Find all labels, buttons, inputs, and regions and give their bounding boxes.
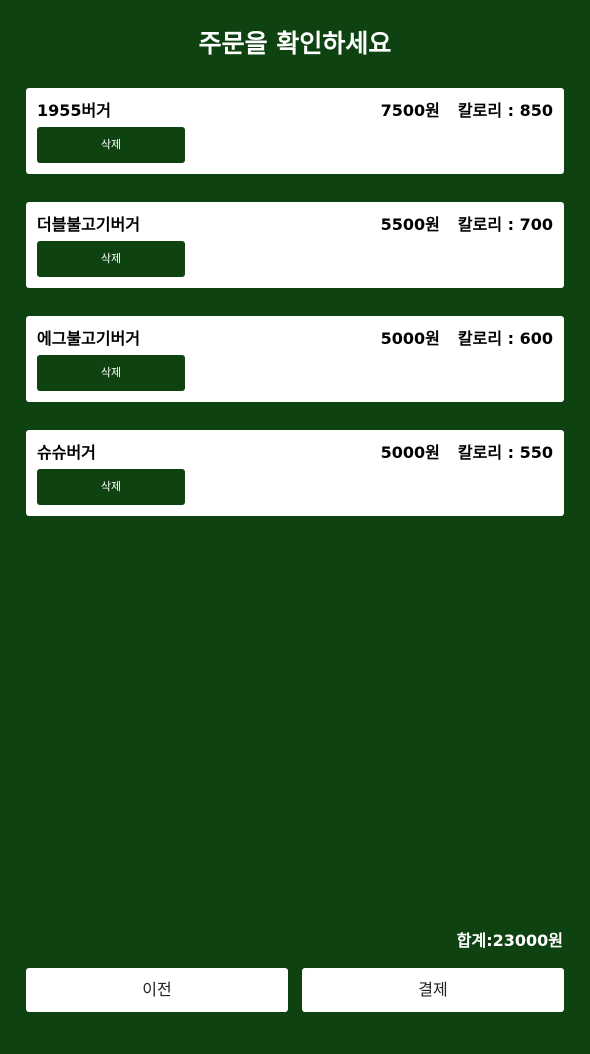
item-price: 5000원 bbox=[380, 443, 440, 462]
item-price: 7500원 bbox=[380, 101, 440, 120]
delete-button[interactable]: 삭제 bbox=[37, 355, 185, 391]
delete-button[interactable]: 삭제 bbox=[37, 469, 185, 505]
item-price: 5500원 bbox=[380, 215, 440, 234]
pay-button[interactable]: 결제 bbox=[302, 968, 564, 1012]
item-info: 5000원 칼로리 : 600 bbox=[381, 328, 553, 350]
order-item-card: 더블불고기버거 5500원 칼로리 : 700 삭제 bbox=[26, 202, 564, 288]
delete-button[interactable]: 삭제 bbox=[37, 241, 185, 277]
item-name: 에그불고기버거 bbox=[37, 329, 141, 348]
item-info: 5500원 칼로리 : 700 bbox=[381, 214, 553, 236]
order-item-card: 에그불고기버거 5000원 칼로리 : 600 삭제 bbox=[26, 316, 564, 402]
delete-button[interactable]: 삭제 bbox=[37, 127, 185, 163]
item-info: 5000원 칼로리 : 550 bbox=[381, 442, 553, 464]
item-name: 더블불고기버거 bbox=[37, 215, 141, 234]
item-name: 1955버거 bbox=[37, 101, 111, 120]
item-calorie: 칼로리 : 850 bbox=[457, 101, 553, 120]
item-info: 7500원 칼로리 : 850 bbox=[381, 100, 553, 122]
page-title: 주문을 확인하세요 bbox=[198, 29, 392, 58]
item-calorie: 칼로리 : 550 bbox=[457, 443, 553, 462]
order-total: 합계:23000원 bbox=[456, 931, 563, 950]
prev-button[interactable]: 이전 bbox=[26, 968, 288, 1012]
item-calorie: 칼로리 : 700 bbox=[457, 215, 553, 234]
item-calorie: 칼로리 : 600 bbox=[457, 329, 553, 348]
item-name: 슈슈버거 bbox=[37, 443, 96, 462]
item-price: 5000원 bbox=[380, 329, 440, 348]
order-item-card: 1955버거 7500원 칼로리 : 850 삭제 bbox=[26, 88, 564, 174]
order-item-card: 슈슈버거 5000원 칼로리 : 550 삭제 bbox=[26, 430, 564, 516]
